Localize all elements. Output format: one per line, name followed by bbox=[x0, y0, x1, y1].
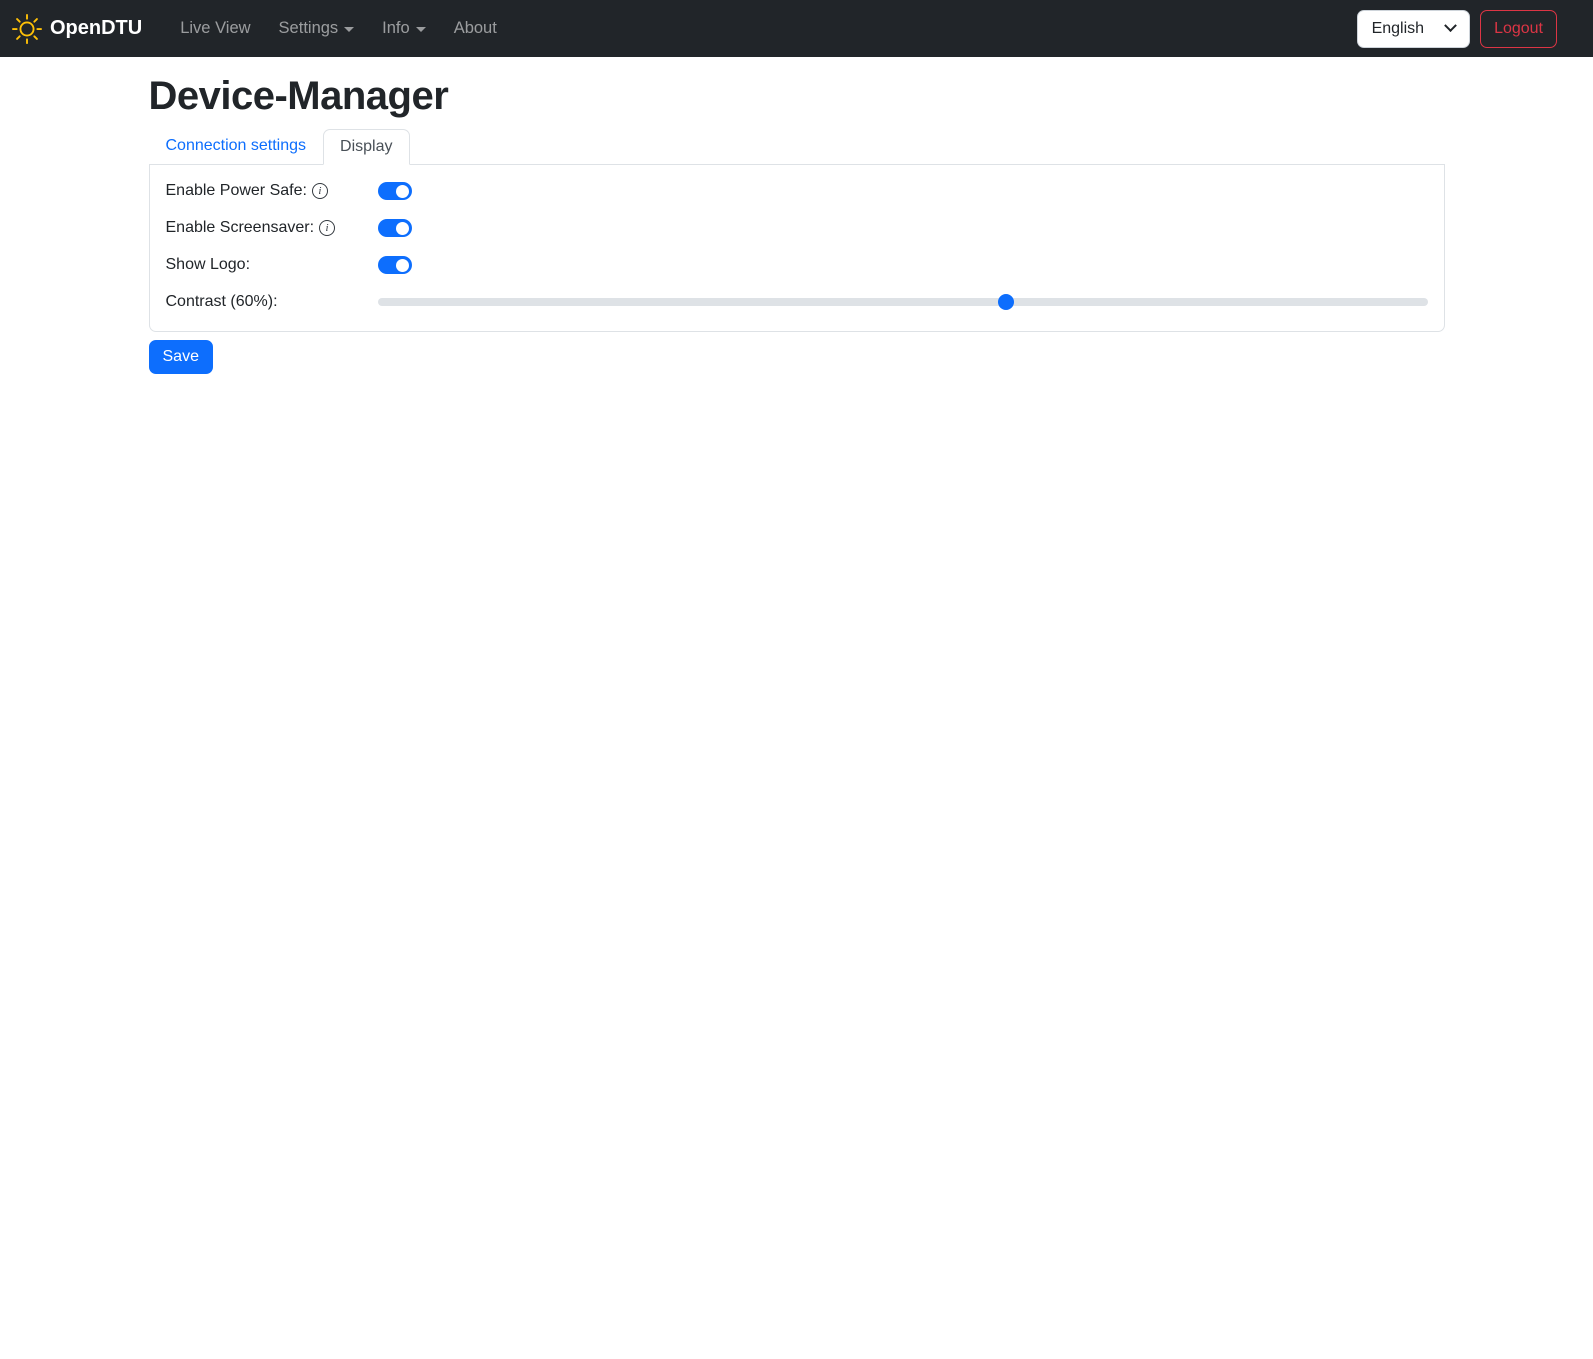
save-button[interactable]: Save bbox=[148, 340, 213, 374]
toggle-knob bbox=[396, 258, 409, 272]
info-circle-icon[interactable]: i bbox=[319, 220, 336, 236]
sun-icon bbox=[12, 13, 42, 44]
show-logo-toggle[interactable] bbox=[377, 256, 412, 274]
display-settings-card: Enable Power Safe: i Enable Screensaver:… bbox=[148, 165, 1445, 332]
logout-button[interactable]: Logout bbox=[1480, 9, 1557, 48]
show-logo-label: Show Logo: bbox=[165, 256, 251, 273]
power-safe-label: Enable Power Safe: bbox=[165, 182, 307, 199]
contrast-label: Contrast (60%): bbox=[165, 293, 278, 310]
nav-item-settings[interactable]: Settings bbox=[279, 11, 355, 46]
page-title: Device-Manager bbox=[148, 74, 449, 118]
caret-down-icon bbox=[415, 27, 426, 32]
form-row-screensaver: Enable Screensaver: i bbox=[166, 219, 1428, 237]
contrast-slider[interactable] bbox=[377, 293, 1428, 311]
field-control bbox=[377, 182, 1428, 200]
field-label-group: Enable Screensaver: i bbox=[166, 219, 378, 237]
navbar: OpenDTU Live View Settings Info About En… bbox=[0, 0, 1593, 57]
nav-item-label: Live View bbox=[180, 19, 251, 37]
toggle-knob bbox=[396, 184, 409, 198]
nav-item-label: Settings bbox=[278, 19, 339, 37]
navbar-left: OpenDTU Live View Settings Info About bbox=[12, 11, 511, 46]
nav-item-info[interactable]: Info bbox=[382, 11, 426, 46]
nav-item-label: Info bbox=[382, 19, 410, 37]
field-label-group: Show Logo: bbox=[166, 256, 378, 274]
form-row-power-safe: Enable Power Safe: i bbox=[166, 182, 1428, 200]
screensaver-label: Enable Screensaver: bbox=[165, 219, 315, 236]
power-safe-toggle[interactable] bbox=[377, 182, 412, 200]
field-control bbox=[377, 219, 1428, 237]
navbar-right: English Logout bbox=[1356, 9, 1557, 48]
field-label-group: Enable Power Safe: i bbox=[166, 182, 378, 200]
field-control bbox=[377, 293, 1428, 311]
tab-bar: Connection settings Display bbox=[148, 128, 1445, 165]
nav-item-live-view[interactable]: Live View bbox=[180, 11, 250, 46]
nav-links: Live View Settings Info About bbox=[166, 11, 511, 46]
chevron-down-icon bbox=[1444, 19, 1457, 33]
language-select[interactable]: English bbox=[1356, 9, 1471, 48]
field-label-group: Contrast (60%): bbox=[166, 293, 378, 311]
brand-link[interactable]: OpenDTU bbox=[12, 13, 143, 44]
form-row-show-logo: Show Logo: bbox=[166, 256, 1428, 274]
language-selected-value: English bbox=[1371, 19, 1425, 37]
tab-display[interactable]: Display bbox=[323, 129, 410, 165]
nav-item-label: About bbox=[453, 19, 497, 37]
info-circle-icon[interactable]: i bbox=[311, 183, 328, 199]
nav-item-about[interactable]: About bbox=[454, 11, 497, 46]
brand-label: OpenDTU bbox=[50, 17, 143, 39]
screensaver-toggle[interactable] bbox=[377, 219, 412, 237]
main-content: Device-Manager Connection settings Displ… bbox=[137, 74, 1457, 374]
field-control bbox=[377, 256, 1428, 274]
form-row-contrast: Contrast (60%): bbox=[166, 293, 1428, 311]
toggle-knob bbox=[396, 221, 409, 235]
caret-down-icon bbox=[344, 27, 355, 32]
tab-connection-settings[interactable]: Connection settings bbox=[149, 128, 324, 164]
